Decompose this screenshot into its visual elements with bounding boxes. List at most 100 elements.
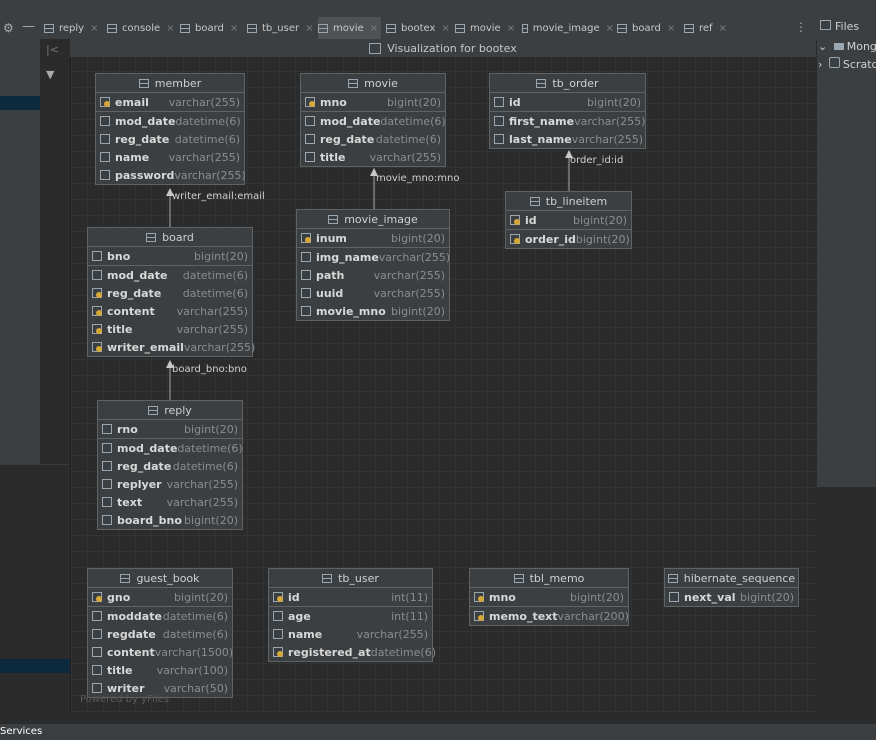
table-node-tb-order[interactable]: tb_order id bigint(20) first_name varchar(25…	[489, 73, 646, 149]
column-type: varchar(255)	[373, 268, 445, 282]
column-row[interactable]: path varchar(255)	[297, 266, 449, 284]
column-row[interactable]: gno bigint(20)	[88, 588, 232, 606]
column-name: board_bno	[117, 513, 182, 527]
table-icon	[348, 78, 359, 88]
column-type: bigint(20)	[387, 95, 441, 109]
column-row[interactable]: next_val bigint(20)	[665, 588, 798, 606]
column-row[interactable]: password varchar(255)	[96, 166, 246, 184]
column-row[interactable]: bno bigint(20)	[88, 247, 252, 265]
table-node-hibernate-sequence[interactable]: hibernate_sequence next_val bigint(20)	[664, 568, 799, 607]
column-row[interactable]: reg_date datetime(6)	[98, 457, 242, 475]
relationship-label: order_id:id	[570, 155, 624, 166]
column-row[interactable]: memo_text varchar(200)	[470, 606, 629, 625]
column-type: varchar(255)	[166, 477, 238, 491]
column-row[interactable]: email varchar(255)	[96, 93, 244, 111]
table-name: movie_image	[344, 212, 418, 226]
column-type: datetime(6)	[175, 114, 241, 128]
column-row[interactable]: mod_date datetime(6)	[96, 111, 244, 130]
column-row[interactable]: reg_date datetime(6)	[88, 284, 252, 302]
column-row[interactable]: id bigint(20)	[506, 211, 631, 229]
column-row[interactable]: content varchar(255)	[88, 302, 252, 320]
column-type: int(11)	[391, 590, 428, 604]
column-row[interactable]: text varchar(255)	[98, 493, 242, 511]
column-row[interactable]: content varchar(1500)	[88, 643, 233, 661]
services-tab[interactable]: Services	[0, 726, 42, 737]
column-row[interactable]: rno bigint(20)	[98, 420, 242, 438]
table-name: hibernate_sequence	[683, 571, 796, 585]
column-type: bigint(20)	[184, 422, 238, 436]
table-node-movie[interactable]: movie mno bigint(20) mod_date datetime(6) reg…	[300, 73, 446, 167]
column-row[interactable]: uuid varchar(255)	[297, 284, 449, 302]
column-icon	[273, 611, 283, 621]
column-row[interactable]: mno bigint(20)	[470, 588, 628, 606]
column-row[interactable]: registered_at datetime(6)	[269, 643, 436, 661]
column-type: datetime(6)	[380, 114, 446, 128]
column-type: datetime(6)	[162, 609, 228, 623]
column-row[interactable]: mno bigint(20)	[301, 93, 445, 111]
column-name: regdate	[107, 627, 156, 641]
column-row[interactable]: title varchar(255)	[301, 148, 445, 166]
table-node-tbl-memo[interactable]: tbl_memo mno bigint(20) memo_text varchar(20…	[469, 568, 629, 626]
column-icon	[305, 134, 315, 144]
column-name: reg_date	[117, 459, 172, 473]
column-row[interactable]: mod_date datetime(6)	[301, 111, 446, 130]
column-name: mod_date	[320, 114, 381, 128]
key-column-icon	[474, 611, 484, 621]
column-name: password	[115, 168, 175, 182]
column-name: path	[316, 268, 345, 282]
table-header: tb_order	[490, 74, 645, 93]
column-row[interactable]: id int(11)	[269, 588, 432, 606]
key-column-icon	[92, 324, 102, 334]
column-type: bigint(20)	[575, 232, 630, 246]
table-header: movie_image	[297, 210, 449, 229]
column-row[interactable]: movie_mno bigint(20)	[297, 302, 449, 320]
column-row[interactable]: moddate datetime(6)	[88, 606, 232, 625]
column-row[interactable]: mod_date datetime(6)	[88, 265, 252, 284]
column-row[interactable]: regdate datetime(6)	[88, 625, 232, 643]
column-row[interactable]: img_name varchar(255)	[297, 247, 450, 266]
table-header: tbl_memo	[470, 569, 628, 588]
column-row[interactable]: mod_date datetime(6)	[98, 438, 243, 457]
column-row[interactable]: id bigint(20)	[490, 93, 645, 111]
column-row[interactable]: name varchar(255)	[269, 625, 432, 643]
column-row[interactable]: title varchar(100)	[88, 661, 232, 679]
column-type: int(11)	[391, 609, 428, 623]
column-name: name	[288, 627, 323, 641]
column-row[interactable]: reg_date datetime(6)	[301, 130, 445, 148]
table-node-guest-book[interactable]: guest_book gno bigint(20) moddate datetime(6…	[87, 568, 233, 698]
table-node-tb-user[interactable]: tb_user id int(11) age int(11) name varchar(25…	[268, 568, 436, 662]
column-row[interactable]: replyer varchar(255)	[98, 475, 242, 493]
column-row[interactable]: last_name varchar(255)	[490, 130, 645, 148]
table-node-movie-image[interactable]: movie_image inum bigint(20) img_name varchar…	[296, 209, 450, 321]
column-row[interactable]: age int(11)	[269, 606, 432, 625]
table-node-reply[interactable]: reply rno bigint(20) mod_date datetime(6) reg…	[97, 400, 243, 530]
column-row[interactable]: reg_date datetime(6)	[96, 130, 244, 148]
column-row[interactable]: inum bigint(20)	[297, 229, 449, 247]
table-node-board[interactable]: board bno bigint(20) mod_date datetime(6) reg…	[87, 227, 255, 357]
column-row[interactable]: board_bno bigint(20)	[98, 511, 242, 529]
column-icon	[669, 592, 679, 602]
column-icon	[102, 461, 112, 471]
column-type: varchar(255)	[369, 150, 441, 164]
column-icon	[494, 116, 504, 126]
column-row[interactable]: title varchar(255)	[88, 320, 252, 338]
column-name: gno	[107, 590, 131, 604]
column-icon	[301, 288, 311, 298]
column-row[interactable]: name varchar(255)	[96, 148, 244, 166]
key-column-icon	[273, 592, 283, 602]
column-type: bigint(20)	[174, 590, 228, 604]
column-name: content	[107, 645, 155, 659]
key-column-icon	[92, 288, 102, 298]
table-name: tbl_memo	[529, 571, 585, 585]
column-name: age	[288, 609, 311, 623]
column-name: last_name	[509, 132, 572, 146]
table-node-member[interactable]: member email varchar(255) mod_date datetime(…	[95, 73, 246, 185]
column-row[interactable]: first_name varchar(255)	[490, 111, 645, 130]
column-icon	[301, 306, 311, 316]
column-type: datetime(6)	[182, 286, 248, 300]
column-name: name	[115, 150, 150, 164]
table-node-tb-lineitem[interactable]: tb_lineitem id bigint(20) order_id bigint(20…	[505, 191, 632, 249]
column-row[interactable]: order_id bigint(20)	[506, 229, 631, 248]
table-icon	[322, 573, 333, 583]
column-row[interactable]: writer_email varchar(255)	[88, 338, 255, 356]
